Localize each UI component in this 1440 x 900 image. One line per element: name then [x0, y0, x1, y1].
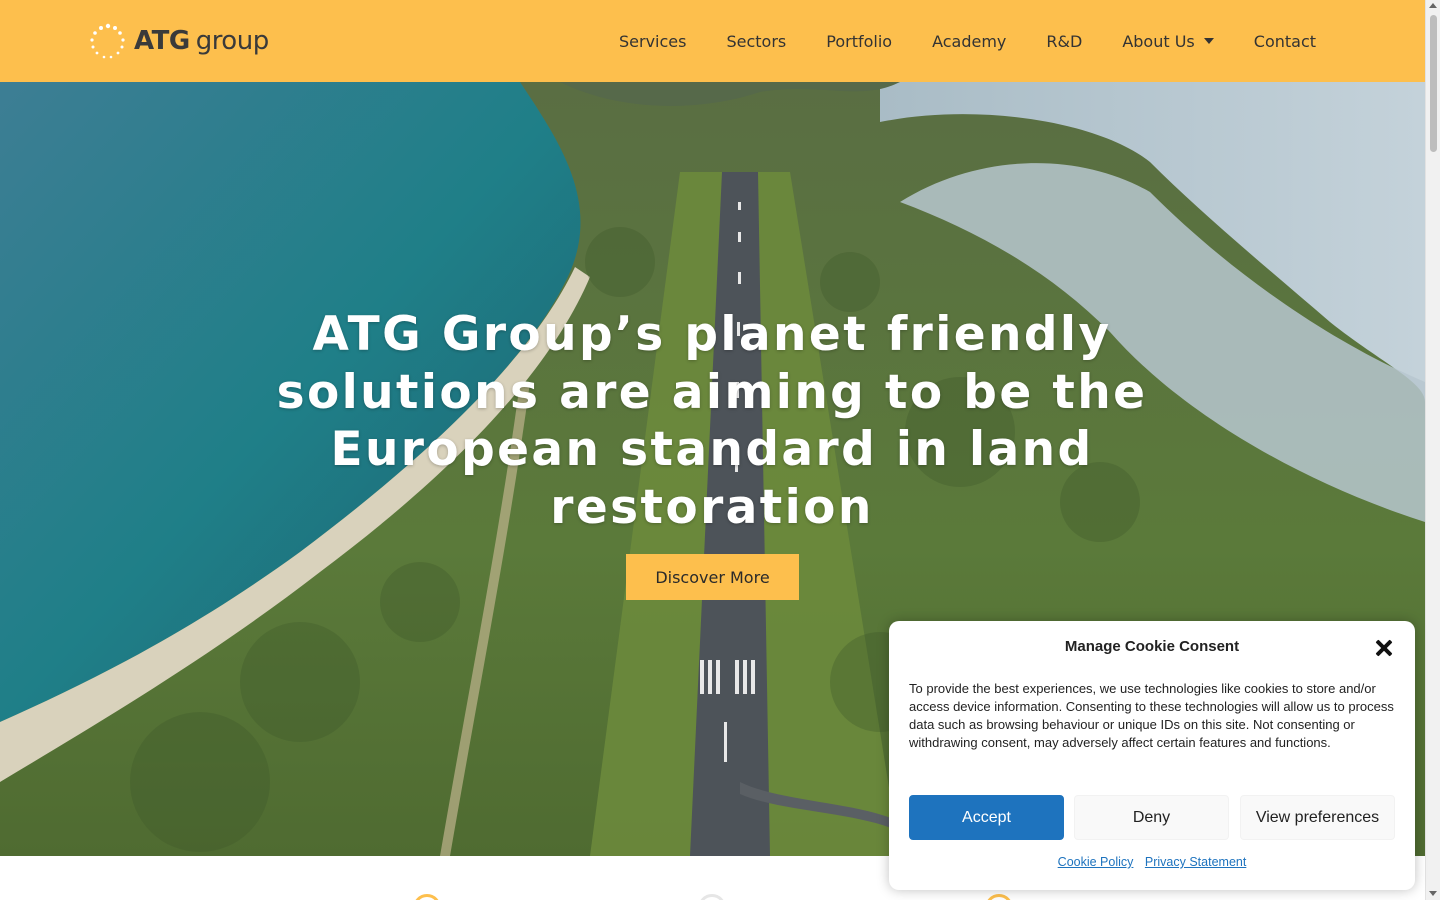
- close-icon[interactable]: [1375, 639, 1393, 657]
- accept-button[interactable]: Accept: [909, 795, 1064, 840]
- nav-item-academy[interactable]: Academy: [932, 32, 1006, 51]
- view-preferences-button[interactable]: View preferences: [1240, 795, 1395, 840]
- main-nav: Services Sectors Portfolio Academy R&D A…: [600, 0, 1316, 82]
- logo-wordmark: ATG group: [134, 26, 269, 56]
- nav-item-about-us[interactable]: About Us: [1122, 31, 1214, 51]
- page-scrollbar[interactable]: [1425, 0, 1440, 900]
- nav-item-sectors[interactable]: Sectors: [726, 32, 786, 51]
- cookie-dialog-title: Manage Cookie Consent: [1064, 638, 1240, 655]
- nav-item-rnd[interactable]: R&D: [1046, 32, 1082, 51]
- caret-down-icon: [1203, 38, 1214, 44]
- hero-title: ATG Group’s planet friendly solutions ar…: [276, 307, 1148, 535]
- cookie-links: Cookie Policy Privacy Statement: [889, 855, 1415, 869]
- logo-icon: [88, 22, 128, 60]
- cookie-policy-link[interactable]: Cookie Policy: [1058, 855, 1134, 869]
- nav-item-portfolio[interactable]: Portfolio: [826, 32, 892, 51]
- nav-item-services[interactable]: Services: [619, 32, 686, 51]
- section-icon-peek: [985, 894, 1013, 900]
- deny-button[interactable]: Deny: [1074, 795, 1229, 840]
- section-icon-peek: [413, 894, 441, 900]
- discover-more-button[interactable]: Discover More: [626, 554, 799, 600]
- cookie-consent-dialog: Manage Cookie Consent To provide the bes…: [889, 621, 1415, 890]
- scroll-up-icon[interactable]: [1429, 3, 1437, 8]
- privacy-statement-link[interactable]: Privacy Statement: [1145, 855, 1246, 869]
- scroll-down-icon[interactable]: [1429, 891, 1437, 896]
- scrollbar-thumb[interactable]: [1430, 15, 1437, 152]
- nav-item-contact[interactable]: Contact: [1254, 32, 1316, 51]
- nav-item-about-us-label: About Us: [1122, 31, 1195, 51]
- site-header: ATG group Services Sectors Portfolio Acad…: [0, 0, 1425, 82]
- site-logo[interactable]: ATG group: [88, 22, 269, 60]
- cookie-dialog-body: To provide the best experiences, we use …: [909, 681, 1394, 750]
- section-icon-peek: [698, 894, 726, 900]
